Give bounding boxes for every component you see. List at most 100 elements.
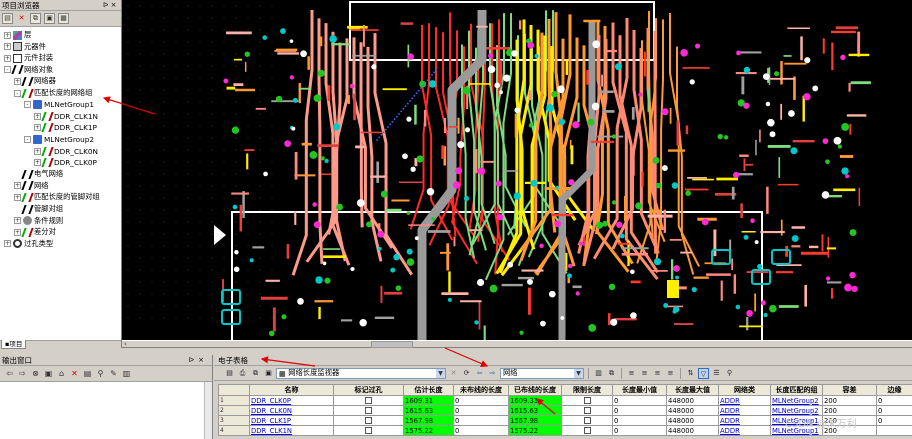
- collapse-icon[interactable]: -: [24, 135, 31, 143]
- expand-icon[interactable]: +: [34, 159, 41, 167]
- nav-forward-icon[interactable]: ⇨: [487, 368, 498, 379]
- cell-group[interactable]: MLNetGroup2: [770, 405, 823, 416]
- edit-icon[interactable]: ✎: [108, 369, 119, 378]
- tree-node[interactable]: + 网络器: [14, 75, 56, 87]
- table-row[interactable]: 2 DDR_CLK0N 1615.63 0 1615.63 0 448000 ADDR MLNe…: [218, 405, 912, 416]
- tree-node[interactable]: + 过孔类型: [4, 238, 53, 250]
- tree-node[interactable]: + 元器件: [4, 41, 46, 53]
- nav-back-icon[interactable]: ⇦: [474, 368, 485, 379]
- column-settings-icon[interactable]: ▥: [593, 368, 604, 379]
- column-header[interactable]: 容差: [822, 384, 877, 396]
- collapse-icon[interactable]: -: [24, 101, 31, 109]
- cell-routed[interactable]: 1567.98: [508, 415, 562, 426]
- cell-name[interactable]: DDR_CLK0P: [249, 395, 334, 406]
- expand-icon[interactable]: +: [34, 147, 41, 155]
- stop-icon[interactable]: ⊗: [30, 369, 41, 378]
- justify-icon[interactable]: ≡: [665, 368, 676, 379]
- tree-node[interactable]: + 层: [4, 29, 31, 41]
- align-left-icon[interactable]: ≡: [626, 368, 637, 379]
- cell-max[interactable]: 448000: [666, 405, 719, 416]
- checkbox[interactable]: [365, 407, 372, 414]
- horizontal-scroll-thumb[interactable]: [371, 341, 413, 348]
- delete-icon[interactable]: ✕: [16, 13, 27, 24]
- expand-icon[interactable]: +: [34, 124, 41, 132]
- cell-unrouted[interactable]: 0: [453, 425, 509, 436]
- column-header[interactable]: 边缘: [876, 384, 912, 396]
- checkbox[interactable]: [583, 417, 591, 424]
- tree-node[interactable]: + DDR_CLK1N: [34, 110, 98, 122]
- scroll-left-icon[interactable]: ‹: [124, 340, 127, 348]
- cell-min[interactable]: 0: [612, 405, 667, 416]
- auto-filter-icon[interactable]: ☰: [711, 368, 722, 379]
- cell-est[interactable]: 1609.31: [403, 395, 454, 406]
- cell-est[interactable]: 1615.63: [403, 405, 454, 416]
- tree-node[interactable]: + 条件规则: [14, 215, 63, 227]
- tree-node[interactable]: 管脚对组: [14, 203, 63, 215]
- mark-via-checkbox[interactable]: [333, 425, 404, 436]
- tree-node[interactable]: + DDR_CLK0N: [34, 145, 98, 157]
- column-header[interactable]: 名称: [249, 384, 334, 396]
- cell-max[interactable]: 448000: [666, 425, 719, 436]
- column-header[interactable]: 估计长度: [403, 384, 454, 396]
- tree-node[interactable]: + 元件封装: [4, 52, 53, 64]
- cell-name[interactable]: DDR_CLK1P: [249, 415, 334, 426]
- tree-node[interactable]: + DDR_CLK1P: [34, 122, 97, 134]
- sheet-print-icon[interactable]: ⎙: [237, 368, 248, 379]
- tab-project[interactable]: ▪项目: [1, 340, 27, 349]
- tree-node[interactable]: - 匹配长度的网络组: [14, 87, 92, 99]
- expand-icon[interactable]: +: [14, 77, 21, 85]
- tree-node[interactable]: + 匹配长度的管脚对组: [14, 191, 100, 203]
- checkbox[interactable]: [365, 397, 372, 404]
- tree-node[interactable]: + DDR_CLK0P: [34, 157, 97, 169]
- chevron-down-icon[interactable]: ▼: [574, 368, 583, 378]
- properties-icon[interactable]: ▤: [2, 13, 13, 24]
- column-header[interactable]: 网络类: [718, 384, 771, 396]
- refresh-icon[interactable]: ⟳: [461, 368, 472, 379]
- binoculars-icon[interactable]: ⚲: [724, 368, 735, 379]
- limit-length-checkbox[interactable]: [561, 415, 613, 426]
- output-vertical-scrollbar[interactable]: [204, 382, 212, 439]
- new-icon[interactable]: ▦: [58, 13, 69, 24]
- cell-name[interactable]: DDR_CLK1N: [249, 425, 334, 436]
- cell-min[interactable]: 0: [612, 425, 667, 436]
- expand-icon[interactable]: +: [4, 54, 11, 62]
- cell-max[interactable]: 448000: [666, 415, 719, 426]
- tree-node[interactable]: - 网络对象: [4, 64, 53, 76]
- mark-via-checkbox[interactable]: [333, 395, 404, 406]
- cell-group[interactable]: MLNetGroup2: [770, 395, 823, 406]
- column-header[interactable]: 长度匹配的组: [770, 384, 823, 396]
- checkbox[interactable]: [583, 427, 591, 434]
- cell-est[interactable]: 1575.22: [403, 425, 454, 436]
- filter-icon[interactable]: ▽: [698, 367, 709, 379]
- limit-length-checkbox[interactable]: [561, 425, 613, 436]
- expand-icon[interactable]: +: [14, 182, 21, 190]
- view-select[interactable]: ▦ 网络长度监视器 ▼: [276, 367, 446, 379]
- cell-cls[interactable]: ADDR: [718, 395, 771, 406]
- cell-min[interactable]: 0: [612, 395, 667, 406]
- column-header[interactable]: 未布线的长度: [453, 384, 509, 396]
- expand-icon[interactable]: +: [4, 31, 11, 39]
- cell-edge[interactable]: [876, 425, 912, 436]
- checkbox[interactable]: [365, 417, 372, 424]
- column-header[interactable]: 限制长度: [561, 384, 613, 396]
- column-header[interactable]: 标记过孔: [333, 384, 404, 396]
- table-row[interactable]: 1 DDR_CLK0P 1609.31 0 1609.31 0 448000 ADDR MLNe…: [218, 395, 912, 406]
- checkbox[interactable]: [365, 427, 372, 434]
- cell-edge[interactable]: 0: [876, 415, 912, 426]
- back-icon[interactable]: ⇦: [4, 369, 15, 378]
- report-icon[interactable]: ▣: [43, 369, 54, 378]
- panel-pin-close-icons[interactable]: ᐅ×: [189, 356, 212, 364]
- column-header[interactable]: 长度最大值: [666, 384, 719, 396]
- limit-length-checkbox[interactable]: [561, 395, 613, 406]
- sheet-settings-icon[interactable]: ▤: [224, 368, 235, 379]
- expand-icon[interactable]: +: [34, 112, 41, 120]
- tree-node[interactable]: + 差分对: [14, 226, 56, 238]
- expand-icon[interactable]: +: [4, 43, 11, 51]
- expand-icon[interactable]: +: [14, 193, 21, 201]
- cell-unrouted[interactable]: 0: [453, 395, 509, 406]
- tree-node[interactable]: - MLNetGroup2: [24, 133, 94, 145]
- column-header[interactable]: [218, 384, 250, 396]
- close-view-icon[interactable]: ✕: [448, 368, 459, 379]
- cell-tol[interactable]: 200: [822, 405, 877, 416]
- copy-icon[interactable]: ⧉: [30, 13, 41, 24]
